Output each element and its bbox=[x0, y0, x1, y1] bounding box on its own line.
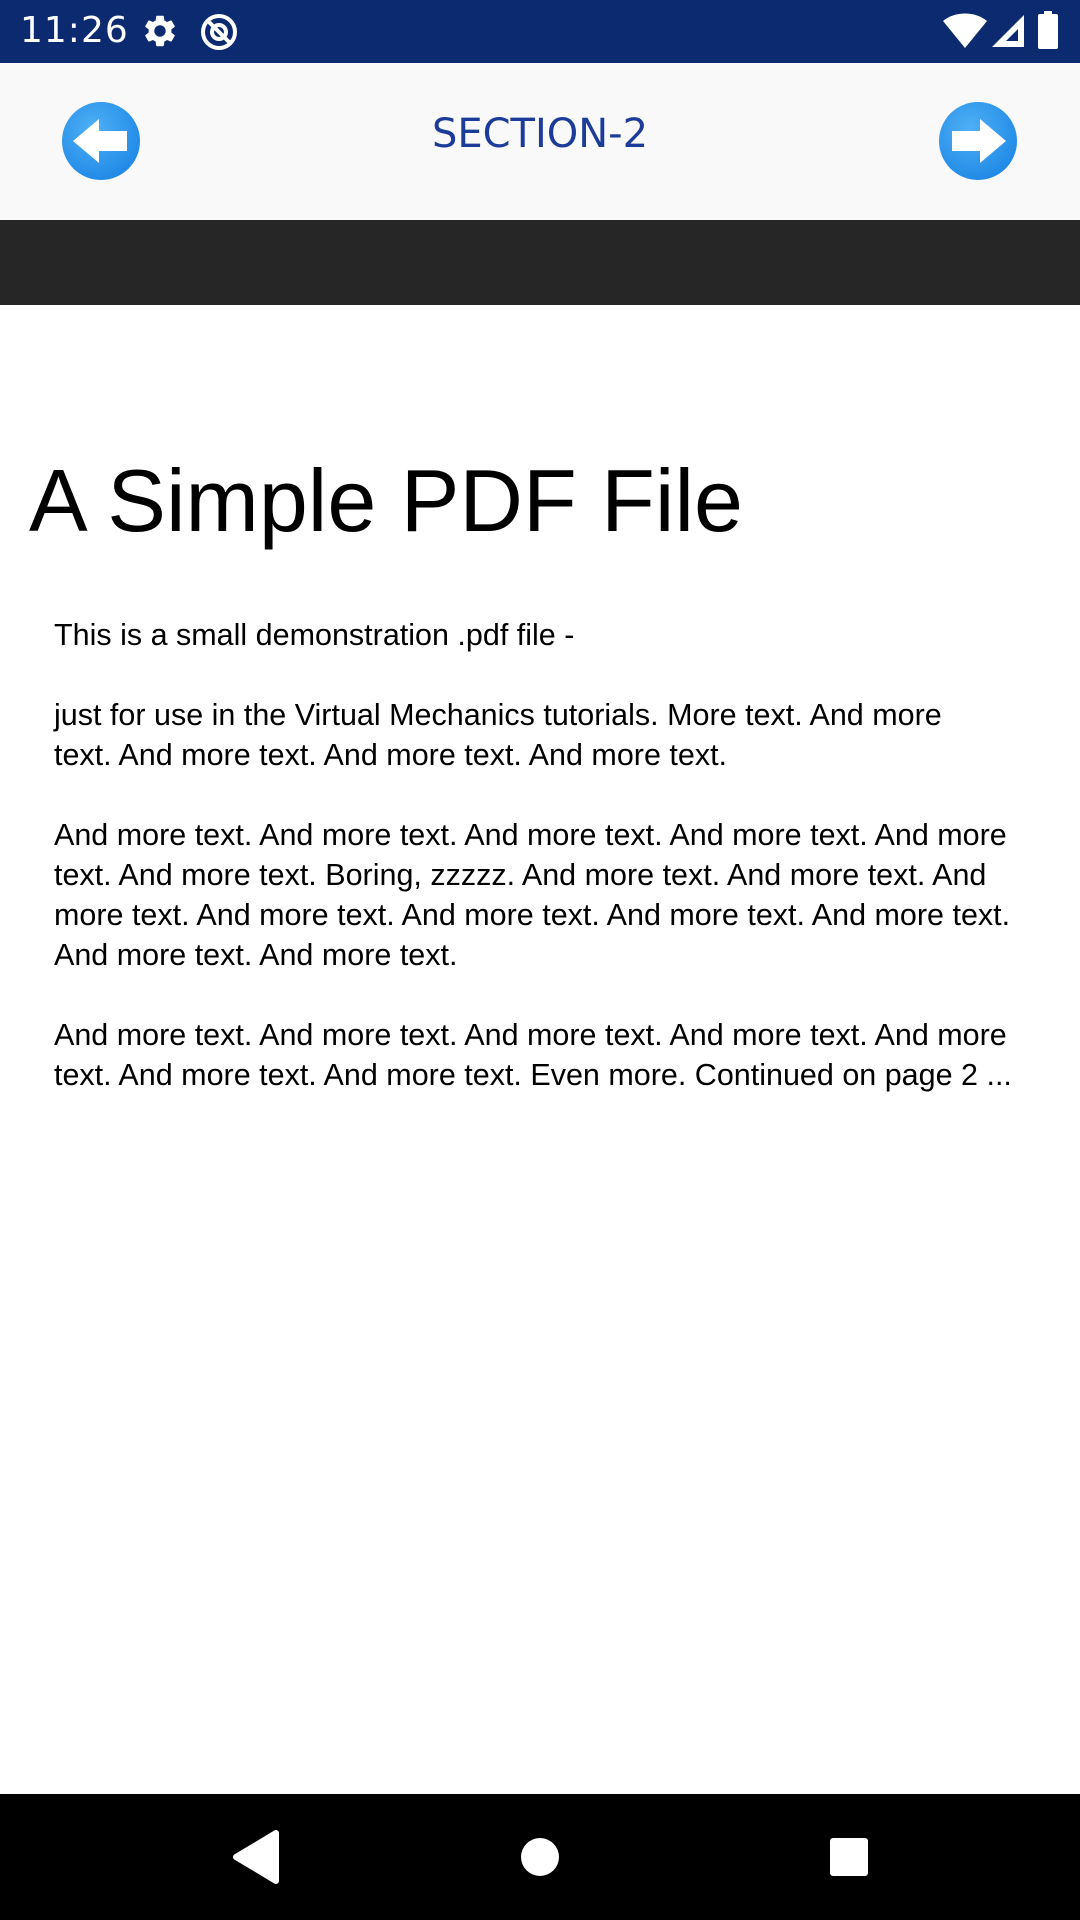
text-line: more text. And more text. And more text.… bbox=[54, 898, 1011, 932]
text-line: And more text. And more text. And more t… bbox=[54, 818, 1007, 852]
cell-signal-icon bbox=[990, 13, 1026, 54]
recents-square-icon bbox=[830, 1838, 868, 1876]
system-back-button[interactable] bbox=[232, 1824, 298, 1890]
status-bar: 11:26 bbox=[0, 0, 1080, 63]
system-nav-bar bbox=[0, 1794, 1080, 1920]
system-home-button[interactable] bbox=[507, 1824, 573, 1890]
at-sign-icon bbox=[199, 12, 239, 57]
arrow-right-icon bbox=[939, 102, 1017, 180]
text-line: text. And more text. And more text. Even… bbox=[54, 1058, 1012, 1092]
text-line: And more text. And more text. And more t… bbox=[54, 1018, 1007, 1052]
wifi-icon bbox=[942, 12, 988, 55]
home-circle-icon bbox=[521, 1838, 559, 1876]
text-line: And more text. And more text. bbox=[54, 938, 458, 972]
back-triangle-icon bbox=[233, 1830, 279, 1884]
app-header: SECTION-2 bbox=[0, 63, 1080, 220]
document-body: This is a small demonstration .pdf file … bbox=[54, 615, 1080, 1135]
gear-icon bbox=[141, 12, 179, 55]
paragraph: This is a small demonstration .pdf file … bbox=[54, 615, 1080, 655]
paragraph: And more text. And more text. And more t… bbox=[54, 1015, 1080, 1095]
text-line: This is a small demonstration .pdf file … bbox=[54, 618, 575, 652]
page-title: SECTION-2 bbox=[431, 111, 649, 157]
status-time: 11:26 bbox=[20, 10, 129, 51]
pdf-viewer[interactable]: A Simple PDF File This is a small demons… bbox=[0, 305, 1080, 1794]
battery-icon bbox=[1038, 11, 1058, 54]
toolbar-band bbox=[0, 220, 1080, 305]
text-line: text. And more text. And more text. And … bbox=[54, 738, 728, 772]
system-recents-button[interactable] bbox=[816, 1824, 882, 1890]
paragraph: just for use in the Virtual Mechanics tu… bbox=[54, 695, 1080, 775]
text-line: text. And more text. Boring, zzzzz. And … bbox=[54, 858, 987, 892]
forward-button[interactable] bbox=[938, 101, 1018, 181]
text-line: just for use in the Virtual Mechanics tu… bbox=[54, 698, 942, 732]
paragraph: And more text. And more text. And more t… bbox=[54, 815, 1080, 975]
document-title: A Simple PDF File bbox=[29, 451, 743, 550]
